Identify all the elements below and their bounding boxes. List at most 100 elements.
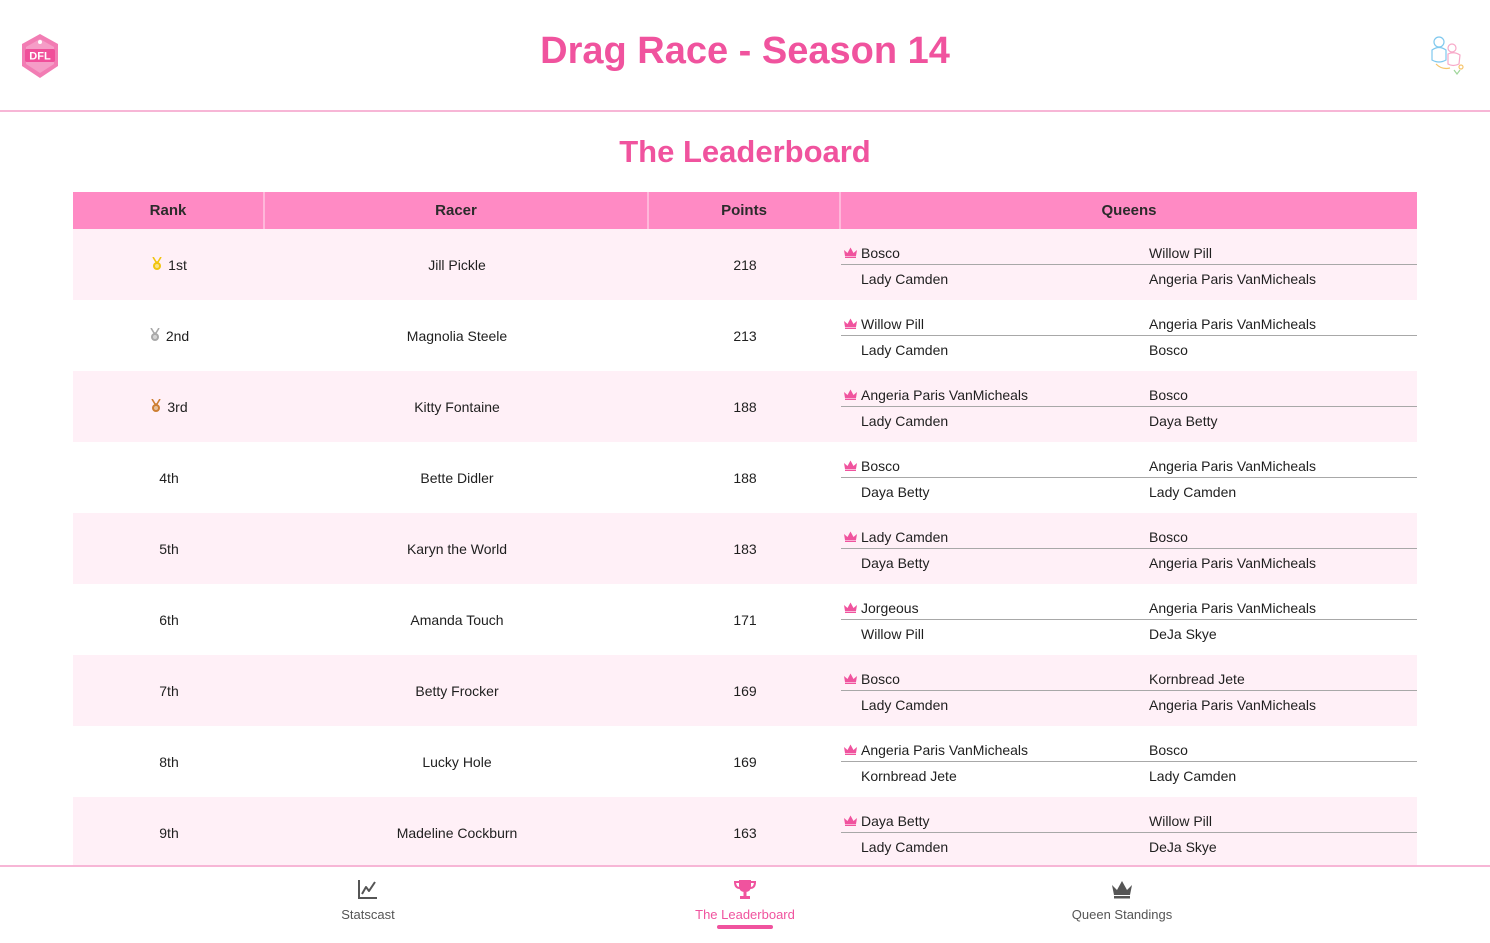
queen-divider: [841, 406, 1417, 407]
gold-medal-icon: [151, 256, 163, 273]
crown-icon: [844, 744, 857, 755]
table-row[interactable]: 9th Madeline Cockburn 163 Daya Betty Willow …: [73, 797, 1417, 868]
queen-name: Angeria Paris VanMicheals: [1149, 458, 1317, 474]
table-row[interactable]: 5th Karyn the World 183 Lady Camden Bosco Day…: [73, 513, 1417, 584]
points-value: 183: [733, 540, 757, 557]
rank-cell: 9th: [73, 797, 265, 868]
racer-name: Bette Didler: [420, 469, 494, 486]
queen-name: Bosco: [1149, 529, 1188, 545]
column-header-points[interactable]: Points: [649, 192, 841, 229]
crown-icon: [844, 247, 857, 258]
points-value: 213: [733, 327, 757, 344]
table-row[interactable]: 3rd Kitty Fontaine 188 Angeria Paris VanMic…: [73, 371, 1417, 442]
rank-label: 8th: [159, 753, 179, 770]
table-body: 1st Jill Pickle 218 Bosco Willow Pill Lady Ca…: [73, 229, 1417, 868]
rank-label: 7th: [159, 682, 179, 699]
column-header-rank[interactable]: Rank: [73, 192, 265, 229]
queens-cell: Bosco Willow Pill Lady Camden Angeria Paris…: [841, 229, 1417, 300]
crown-icon: [1112, 881, 1132, 899]
rank-label: 2nd: [165, 327, 190, 344]
table-row[interactable]: 8th Lucky Hole 169 Angeria Paris VanMicheal…: [73, 726, 1417, 797]
table-row[interactable]: 7th Betty Frocker 169 Bosco Kornbread Jete La…: [73, 655, 1417, 726]
column-header-racer[interactable]: Racer: [265, 192, 649, 229]
bottom-navigation: Statscast The Leaderboard Queen Standing…: [0, 865, 1490, 943]
racer-name: Jill Pickle: [428, 256, 486, 273]
points-value: 218: [733, 256, 757, 273]
queen-divider: [841, 832, 1417, 833]
table-row[interactable]: 2nd Magnolia Steele 213 Willow Pill Angeria …: [73, 300, 1417, 371]
queen-divider: [841, 690, 1417, 691]
points-value: 169: [733, 682, 757, 699]
crown-icon: [844, 460, 857, 471]
nav-label-statscast: Statscast: [341, 907, 395, 922]
table-row[interactable]: 4th Bette Didler 188 Bosco Angeria Paris Van…: [73, 442, 1417, 513]
rank-label: 9th: [159, 824, 179, 841]
racer-name: Betty Frocker: [415, 682, 499, 699]
queen-name: Bosco: [861, 245, 900, 261]
queen-name: Angeria Paris VanMicheals: [1149, 697, 1317, 713]
queen-name: Bosco: [1149, 742, 1188, 758]
rank-label: 1st: [168, 256, 187, 273]
queens-cell: Angeria Paris VanMicheals Bosco Kornbread …: [841, 726, 1417, 797]
table-row[interactable]: 6th Amanda Touch 171 Jorgeous Angeria Paris …: [73, 584, 1417, 655]
app-header: DFL Drag Race - Season 14: [0, 0, 1490, 112]
queen-divider: [841, 264, 1417, 265]
rank-cell: 3rd: [73, 371, 265, 442]
chart-line-icon: [358, 880, 377, 899]
points-value: 188: [733, 398, 757, 415]
rank-label: 3rd: [167, 398, 188, 415]
crown-icon: [844, 815, 857, 826]
nav-item-queen-standings[interactable]: Queen Standings: [1022, 867, 1222, 943]
active-tab-indicator: [717, 925, 773, 929]
queen-divider: [841, 548, 1417, 549]
crown-icon: [844, 673, 857, 684]
queens-cell: Daya Betty Willow Pill Lady Camden DeJa Sky…: [841, 797, 1417, 868]
queen-name: Daya Betty: [1149, 413, 1218, 429]
queen-name: Willow Pill: [1149, 813, 1212, 829]
racer-name: Kitty Fontaine: [414, 398, 500, 415]
user-avatar-icon[interactable]: [1424, 34, 1468, 78]
nav-item-leaderboard[interactable]: The Leaderboard: [645, 867, 845, 943]
points-value: 171: [733, 611, 757, 628]
queen-name: Lady Camden: [861, 271, 949, 287]
rank-label: 5th: [159, 540, 179, 557]
points-value: 169: [733, 753, 757, 770]
queen-name: Angeria Paris VanMicheals: [1149, 600, 1317, 616]
queen-name: Bosco: [861, 458, 900, 474]
crown-icon: [844, 389, 857, 400]
nav-item-statscast[interactable]: Statscast: [268, 867, 468, 943]
queen-name: Daya Betty: [861, 813, 930, 829]
queen-name: Willow Pill: [861, 316, 924, 332]
points-value: 188: [733, 469, 757, 486]
queen-name: Angeria Paris VanMicheals: [1149, 316, 1317, 332]
queen-name: Lady Camden: [1149, 768, 1237, 784]
crown-icon: [844, 602, 857, 613]
rank-cell: 2nd: [73, 300, 265, 371]
racer-name: Madeline Cockburn: [396, 824, 518, 841]
queen-name: DeJa Skye: [1149, 626, 1217, 642]
queen-divider: [841, 761, 1417, 762]
queen-divider: [841, 619, 1417, 620]
column-header-queens[interactable]: Queens: [841, 192, 1417, 229]
queen-name: Lady Camden: [861, 529, 949, 545]
nav-label-queen-standings: Queen Standings: [1071, 907, 1173, 922]
racer-name: Lucky Hole: [422, 753, 492, 770]
queens-cell: Jorgeous Angeria Paris VanMicheals Willow …: [841, 584, 1417, 655]
rank-cell: 4th: [73, 442, 265, 513]
nav-label-leaderboard: The Leaderboard: [695, 907, 795, 922]
racer-name: Amanda Touch: [410, 611, 504, 628]
queen-name: Bosco: [1149, 387, 1188, 403]
queen-name: Angeria Paris VanMicheals: [1149, 271, 1317, 287]
queens-cell: Bosco Kornbread Jete Lady Camden Angeria Pa…: [841, 655, 1417, 726]
table-row[interactable]: 1st Jill Pickle 218 Bosco Willow Pill Lady Ca…: [73, 229, 1417, 300]
queen-name: DeJa Skye: [1149, 839, 1217, 855]
queen-name: Lady Camden: [861, 697, 949, 713]
leaderboard-table: Rank Racer Points Queens 1st Jill Pickle 2…: [73, 192, 1417, 868]
rank-cell: 7th: [73, 655, 265, 726]
crown-icon: [844, 318, 857, 329]
queen-name: Bosco: [861, 671, 900, 687]
queen-name: Lady Camden: [861, 839, 949, 855]
queen-name: Willow Pill: [861, 626, 924, 642]
queens-cell: Angeria Paris VanMicheals Bosco Lady Camde…: [841, 371, 1417, 442]
queen-name: Kornbread Jete: [861, 768, 957, 784]
